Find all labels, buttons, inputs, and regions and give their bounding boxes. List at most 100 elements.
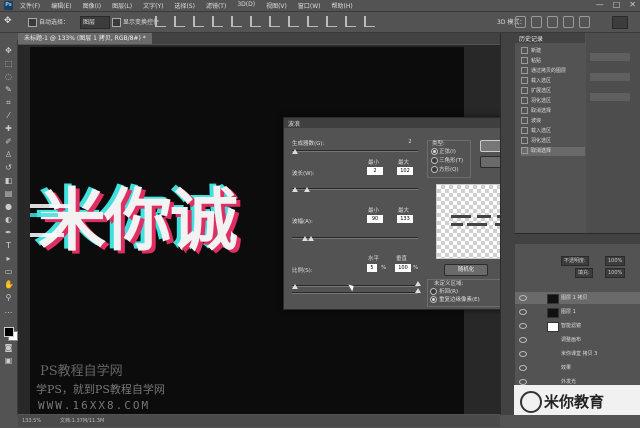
wavelength-max-field[interactable]: 102 [397, 167, 413, 175]
distribute-top-icon[interactable] [269, 16, 280, 27]
history-item[interactable]: 波浪 [521, 117, 585, 126]
scale-horizontal-end-knob[interactable] [415, 281, 421, 286]
history-brush-tool-icon[interactable]: ↺ [4, 163, 13, 172]
menu-item[interactable]: 文件(F) [20, 1, 40, 10]
brush-tool-icon[interactable]: ✐ [4, 137, 13, 146]
dodge-tool-icon[interactable]: ◐ [4, 215, 13, 224]
panel-swatch[interactable] [590, 53, 630, 61]
menu-item[interactable]: 编辑(E) [51, 1, 71, 10]
scale-horizontal-field[interactable]: 5 [367, 264, 377, 272]
type-tool-icon[interactable]: T [4, 241, 13, 250]
path-select-tool-icon[interactable]: ▸ [4, 254, 13, 263]
minimize-button[interactable]: — [596, 0, 604, 9]
align-hcenter-icon[interactable] [231, 16, 242, 27]
distribute-bottom-icon[interactable] [307, 16, 318, 27]
menu-item[interactable]: 图像(I) [83, 1, 101, 10]
layer-row[interactable]: 图层 1 [515, 306, 640, 318]
menu-item[interactable]: 图层(L) [112, 1, 132, 10]
eye-icon[interactable] [519, 365, 527, 371]
3d-slide-icon[interactable] [563, 16, 574, 28]
3d-roll-icon[interactable] [531, 16, 542, 28]
scale-horizontal-slider[interactable] [292, 285, 418, 287]
generators-slider[interactable] [292, 150, 418, 152]
hand-tool-icon[interactable]: ✋ [4, 280, 14, 289]
scale-horizontal-knob[interactable] [292, 284, 298, 289]
zoom-level[interactable]: 133.5% [22, 415, 41, 427]
layer-row[interactable]: 米你课堂 拷贝 3 [515, 348, 640, 360]
history-item[interactable]: 取消选择 [521, 107, 585, 116]
align-vcenter-icon[interactable] [174, 16, 185, 27]
eraser-tool-icon[interactable]: ◧ [4, 176, 13, 185]
crop-tool-icon[interactable]: ⌗ [4, 98, 13, 107]
eye-icon[interactable] [519, 351, 527, 357]
healing-tool-icon[interactable]: ✚ [4, 124, 13, 133]
eye-icon[interactable] [519, 295, 527, 301]
distribute-left-icon[interactable] [326, 16, 337, 27]
close-window-button[interactable]: ✕ [629, 0, 636, 9]
layer-row[interactable]: 图层 1 拷贝 [515, 292, 640, 304]
stamp-tool-icon[interactable]: ♙ [4, 150, 13, 159]
history-item[interactable]: 载入选区 [521, 77, 585, 86]
show-transform-checkbox[interactable] [112, 18, 121, 27]
align-top-icon[interactable] [155, 16, 166, 27]
foreground-color-swatch[interactable] [4, 327, 14, 337]
doc-size[interactable]: 文档:1.37M/11.3M [60, 415, 104, 427]
panel-swatch[interactable] [590, 93, 630, 101]
distribute-right-icon[interactable] [364, 16, 375, 27]
layer-row[interactable]: 效果 [515, 362, 640, 374]
wavelength-max-knob[interactable] [304, 187, 310, 192]
3d-rotate-icon[interactable] [515, 16, 526, 28]
align-bottom-icon[interactable] [193, 16, 204, 27]
pen-tool-icon[interactable]: ✒ [4, 228, 13, 237]
blur-tool-icon[interactable]: ● [4, 202, 13, 211]
scale-vertical-knob[interactable] [415, 288, 421, 293]
gradient-tool-icon[interactable]: ▤ [4, 189, 13, 198]
move-tool-icon[interactable]: ✥ [4, 16, 18, 28]
marquee-tool-icon[interactable]: ⬚ [4, 59, 13, 68]
history-item[interactable]: 羽化选区 [521, 97, 585, 106]
layer-row[interactable]: 智能滤镜 [515, 320, 640, 332]
menu-item[interactable]: 视图(V) [266, 1, 287, 10]
amplitude-min-field[interactable]: 90 [367, 215, 383, 223]
auto-select-checkbox[interactable] [28, 18, 37, 27]
layer-row[interactable]: 调整画布 [515, 334, 640, 346]
type-radio-triangle[interactable] [431, 157, 438, 164]
menu-item[interactable]: 窗口(W) [298, 1, 321, 10]
align-right-icon[interactable] [250, 16, 261, 27]
scale-vertical-slider[interactable] [292, 292, 418, 294]
auto-select-dropdown[interactable]: 图层 [80, 16, 110, 29]
menu-item[interactable]: 帮助(H) [332, 1, 353, 10]
history-item[interactable]: 羽化选区 [521, 137, 585, 146]
generators-slider-knob[interactable] [292, 149, 298, 154]
history-item[interactable]: 粘贴 [521, 57, 585, 66]
quick-select-tool-icon[interactable]: ✎ [4, 85, 13, 94]
menu-item[interactable]: 选择(S) [174, 1, 195, 10]
history-item[interactable]: 扩展选区 [521, 87, 585, 96]
eye-icon[interactable] [519, 323, 527, 329]
amplitude-max-knob[interactable] [308, 236, 314, 241]
wrap-around-radio[interactable] [430, 288, 437, 295]
distribute-hcenter-icon[interactable] [345, 16, 356, 27]
type-radio-sine[interactable] [431, 148, 438, 155]
history-item[interactable]: 载入选区 [521, 127, 585, 136]
shape-tool-icon[interactable]: ▭ [4, 267, 13, 276]
eye-icon[interactable] [519, 309, 527, 315]
move-tool-icon[interactable]: ✥ [4, 46, 13, 55]
generators-field[interactable]: 2 [402, 138, 418, 146]
quick-mask-icon[interactable]: ◙ [4, 343, 13, 352]
workspace-switcher[interactable] [612, 16, 628, 29]
wavelength-min-field[interactable]: 2 [367, 167, 383, 175]
type-radio-square[interactable] [431, 166, 438, 173]
lasso-tool-icon[interactable]: ◌ [4, 72, 13, 81]
maximize-button[interactable]: □ [613, 0, 621, 9]
fill-field[interactable]: 100% [605, 268, 626, 278]
opacity-field[interactable]: 100% [605, 256, 626, 266]
history-item[interactable]: 通过拷贝的图层 [521, 67, 585, 76]
history-item[interactable]: 取消选择 [521, 147, 585, 156]
document-tab[interactable]: 未标题-1 @ 133% (图层 1 拷贝, RGB/8#) * [18, 33, 152, 44]
wavelength-slider[interactable] [292, 188, 418, 190]
repeat-edge-radio[interactable] [430, 296, 437, 303]
3d-scale-icon[interactable] [579, 16, 590, 28]
history-tab[interactable]: 历史记录 [519, 34, 543, 43]
eye-icon[interactable] [519, 337, 527, 343]
